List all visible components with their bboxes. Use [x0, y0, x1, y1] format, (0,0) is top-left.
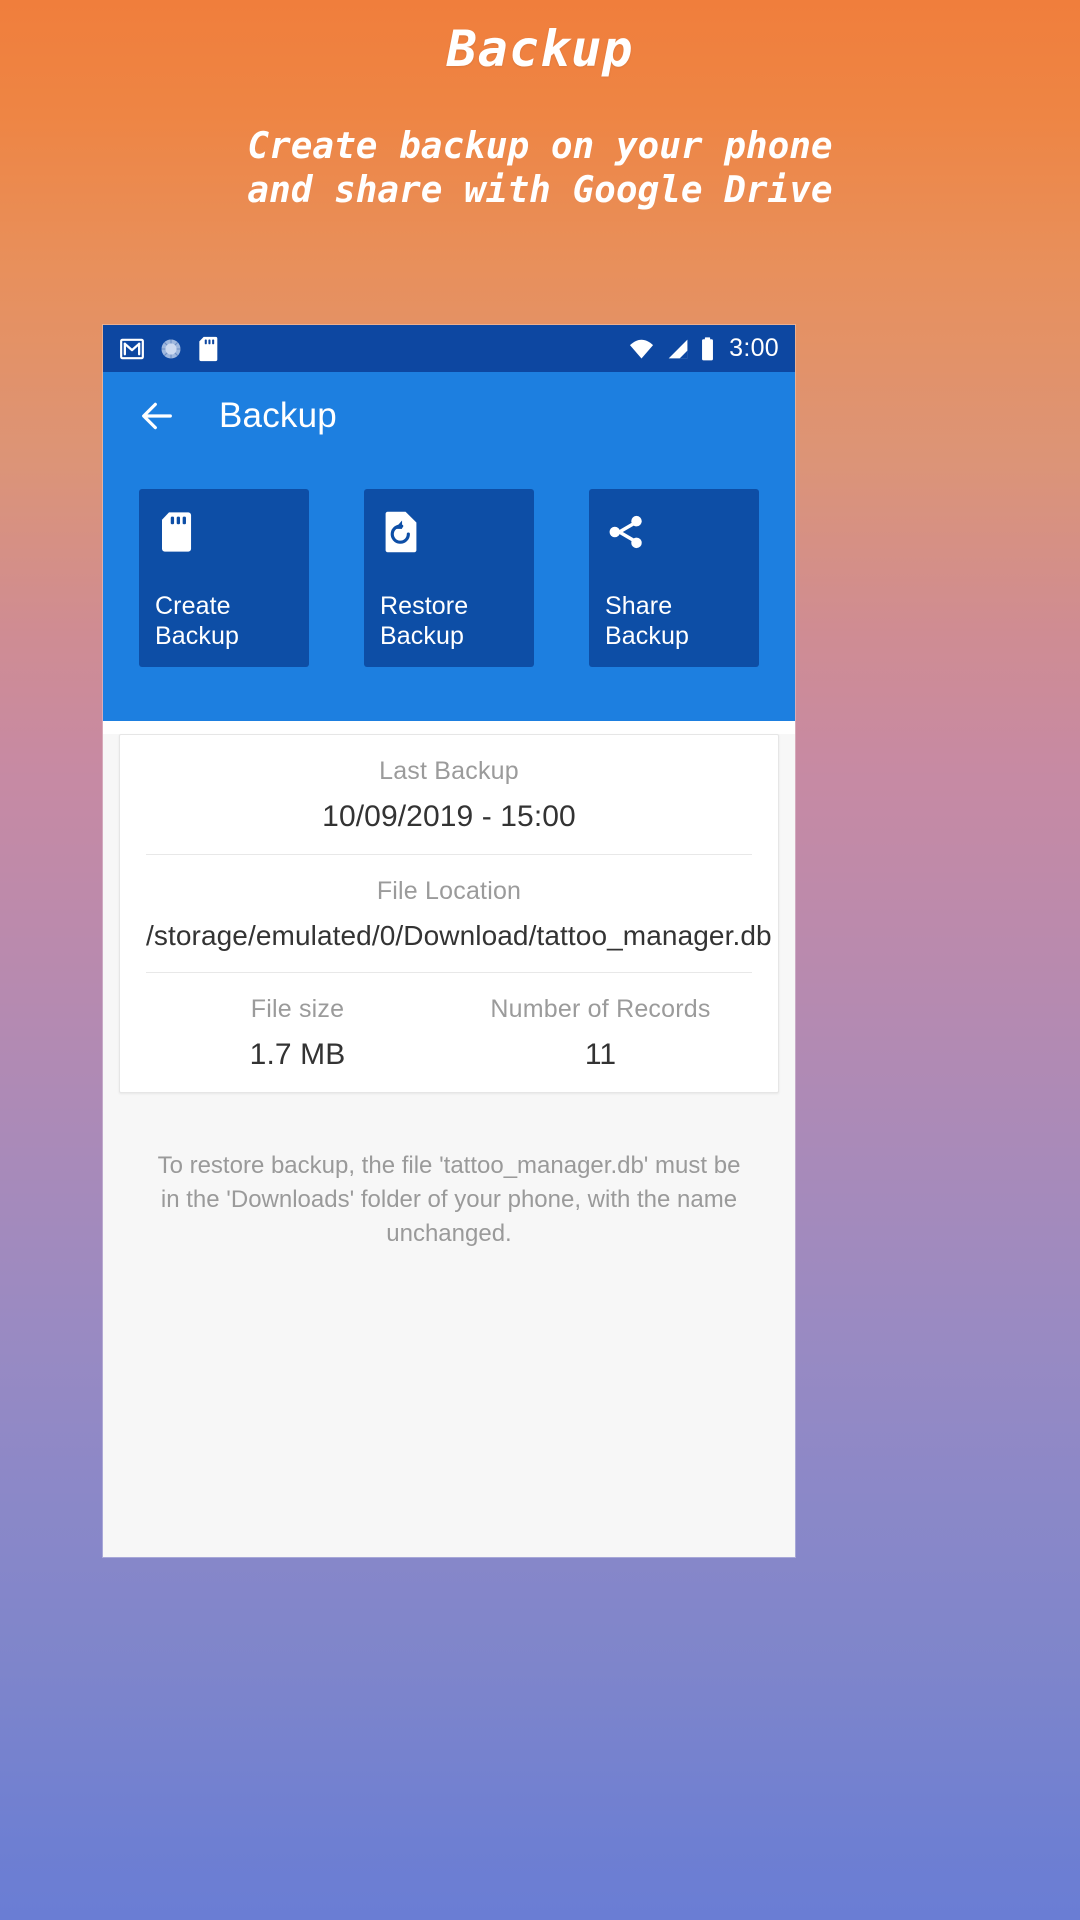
- records-label: Number of Records: [490, 995, 711, 1023]
- wifi-icon: [630, 339, 654, 358]
- last-backup-row: Last Backup 10/09/2019 - 15:00: [146, 735, 752, 854]
- file-location-row: File Location /storage/emulated/0/Downlo…: [146, 854, 772, 972]
- file-stats-row: File size 1.7 MB Number of Records 11: [146, 972, 752, 1092]
- status-bar: 3:00: [103, 325, 795, 372]
- tile-label: Create Backup: [155, 592, 239, 650]
- sdcard-icon: [199, 336, 218, 361]
- restore-backup-button[interactable]: Restore Backup: [364, 489, 534, 667]
- share-backup-button[interactable]: Share Backup: [589, 489, 759, 667]
- arrow-back-icon[interactable]: [137, 396, 177, 436]
- promo-subtitle-line-2: and share with Google Drive: [247, 169, 833, 211]
- tile-label: Share Backup: [605, 592, 689, 650]
- last-backup-value: 10/09/2019 - 15:00: [322, 800, 576, 833]
- file-size-label: File size: [250, 995, 345, 1023]
- app-toolbar: Backup: [103, 372, 795, 459]
- backup-info-card: Last Backup 10/09/2019 - 15:00 File Loca…: [119, 734, 779, 1093]
- content-sheet: Last Backup 10/09/2019 - 15:00 File Loca…: [103, 734, 795, 1557]
- signal-icon: [668, 339, 688, 358]
- promo-header: Backup Create backup on your phone and s…: [0, 0, 1080, 213]
- records-cell: Number of Records 11: [449, 995, 752, 1072]
- status-bar-clock: 3:00: [729, 334, 779, 362]
- restore-hint-text: To restore backup, the file 'tattoo_mana…: [157, 1152, 741, 1248]
- promo-subtitle: Create backup on your phone and share wi…: [0, 77, 1080, 213]
- file-size-cell: File size 1.7 MB: [146, 995, 449, 1072]
- file-size-value: 1.7 MB: [249, 1038, 346, 1071]
- share-icon: [609, 515, 642, 549]
- phone-screenshot: 3:00 Backup Create Backup Restore Backup…: [103, 325, 795, 1557]
- restore-icon: [385, 511, 417, 553]
- battery-icon: [702, 336, 714, 360]
- file-location-value: /storage/emulated/0/Download/tattoo_mana…: [146, 920, 772, 951]
- last-backup-label: Last Backup: [379, 757, 519, 785]
- promo-subtitle-line-1: Create backup on your phone: [247, 126, 833, 167]
- tile-label: Restore Backup: [380, 592, 469, 650]
- status-bar-left-icons: [119, 336, 219, 362]
- records-value: 11: [584, 1038, 617, 1071]
- page-title: Backup: [219, 395, 337, 435]
- promo-title: Backup: [446, 20, 634, 78]
- status-bar-right-icons: 3:00: [628, 334, 779, 363]
- file-location-label: File Location: [376, 877, 522, 905]
- action-tiles: Create Backup Restore Backup Share Backu…: [103, 459, 795, 721]
- gmail-icon: [120, 338, 144, 359]
- create-backup-button[interactable]: Create Backup: [139, 489, 309, 667]
- sync-icon: [161, 339, 181, 358]
- sdcard-icon: [162, 512, 192, 552]
